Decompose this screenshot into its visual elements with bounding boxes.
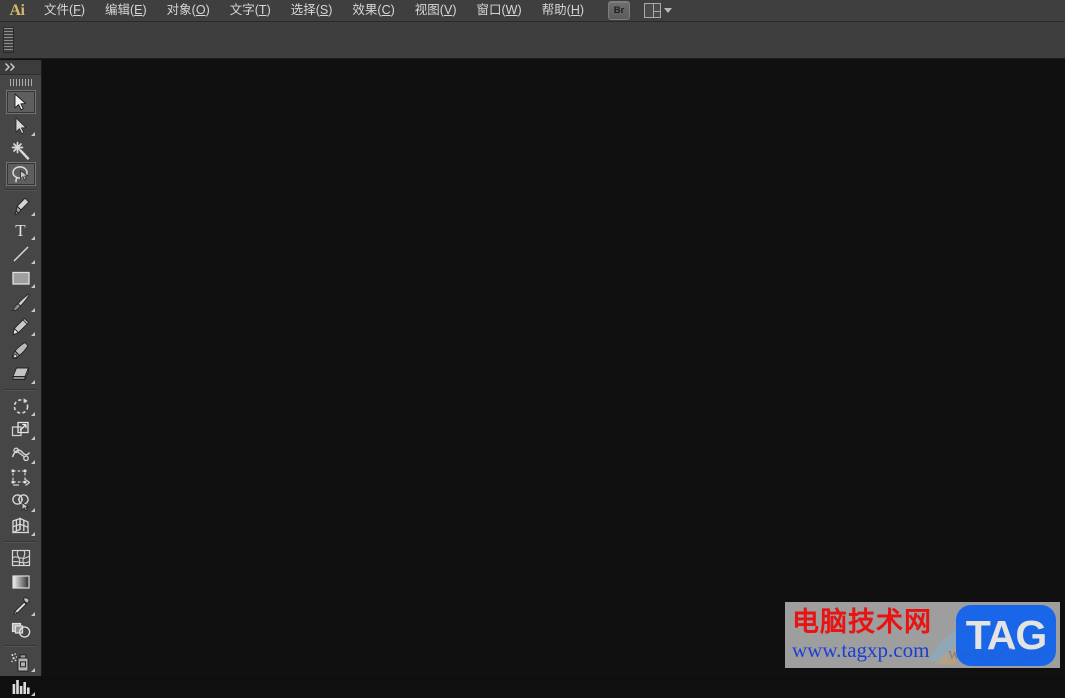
symbol-sprayer-icon [10,652,28,671]
toolbar-separator [4,189,37,191]
tool-list: T [0,89,41,698]
eyedropper-icon [13,596,30,615]
tool-flyout-indicator-icon [30,508,35,512]
toolbar-separator [4,389,37,391]
tool-blob-brush-tool[interactable] [6,338,36,362]
rectangle-icon [11,271,30,285]
pencil-icon [12,317,30,335]
tool-flyout-indicator-icon [30,612,35,616]
arrange-documents-button[interactable] [644,3,673,18]
type-T-icon: T [15,221,26,239]
tool-perspective-grid-tool[interactable] [6,514,36,538]
tool-mesh-tool[interactable] [6,546,36,570]
menu-item-help[interactable]: 帮助(H) [533,0,593,21]
watermark-site-url: www.tagxp.com [792,638,930,662]
tool-flyout-indicator-icon [30,412,35,416]
tool-blend-tool[interactable] [6,618,36,642]
tool-magic-wand-tool[interactable] [6,138,36,162]
paintbrush-icon [11,292,30,311]
tool-symbol-sprayer-tool[interactable] [6,650,36,674]
perspective-grid-icon [11,517,29,534]
tool-flyout-indicator-icon [30,260,35,264]
toolbar-separator [4,645,37,647]
tool-flyout-indicator-icon [30,436,35,440]
svg-text:T: T [15,221,26,239]
menu-item-select[interactable]: 选择(S) [282,0,342,21]
tool-line-segment-tool[interactable] [6,242,36,266]
blob-brush-icon [12,341,29,359]
tool-rectangle-tool[interactable] [6,266,36,290]
gradient-icon [11,575,30,589]
menu-item-type[interactable]: 文字(T) [221,0,280,21]
menu-bar: Ai 文件(F) 编辑(E) 对象(O) 文字(T) 选择(S) 效果(C) 视… [0,0,1065,22]
tool-shape-builder-tool[interactable] [6,490,36,514]
tool-eraser-tool[interactable] [6,362,36,386]
menu-item-view[interactable]: 视图(V) [406,0,466,21]
tool-pen-tool[interactable] [6,194,36,218]
tools-panel-grip-handle[interactable] [0,75,41,89]
tool-flyout-indicator-icon [30,212,35,216]
tool-flyout-indicator-icon [30,332,35,336]
tool-flyout-indicator-icon [30,380,35,384]
tool-direct-selection-tool[interactable] [6,114,36,138]
bar-graph-icon [12,679,30,694]
tool-selection-tool[interactable] [5,90,36,114]
tool-flyout-indicator-icon [30,532,35,536]
eraser-icon [11,367,29,380]
watermark-text-block: 电脑技术网 www.tagxp.com [785,607,956,663]
free-transform-icon [11,469,30,486]
shape-builder-icon [11,494,29,511]
tool-gradient-tool[interactable] [6,570,36,594]
tool-flyout-indicator-icon [30,308,35,312]
control-panel-grip-handle[interactable] [3,27,14,53]
tool-flyout-indicator-icon [30,284,35,288]
double-chevron-right-icon [5,63,15,71]
blend-icon [11,622,30,638]
tool-flyout-indicator-icon [30,132,35,136]
tool-width-tool[interactable] [6,442,36,466]
mesh-icon [11,549,30,567]
watermark-tag-badge: TAG [956,604,1056,666]
tool-flyout-indicator-icon [30,236,35,240]
watermark-tag-badge-label: TAG [965,611,1048,658]
tools-panel: T [0,60,42,696]
line-diagonal-icon [13,246,28,262]
tool-free-transform-tool[interactable] [6,466,36,490]
tools-panel-collapse-button[interactable] [0,60,41,75]
tool-pencil-tool[interactable] [6,314,36,338]
tool-flyout-indicator-icon [30,668,35,672]
tool-eyedropper-tool[interactable] [6,594,36,618]
arrange-documents-icon [644,3,662,18]
menu-item-edit[interactable]: 编辑(E) [96,0,156,21]
tool-flyout-indicator-icon [30,460,35,464]
tool-type-tool[interactable]: T [6,218,36,242]
tool-scale-tool[interactable] [6,418,36,442]
width-warp-icon [11,447,30,462]
menu-item-file[interactable]: 文件(F) [35,0,94,21]
illustrator-logo-icon: Ai [9,1,26,19]
tool-paintbrush-tool[interactable] [6,290,36,314]
chevron-down-icon [664,8,673,13]
menu-item-object[interactable]: 对象(O) [158,0,219,21]
pen-nib-icon [14,197,30,215]
tool-column-graph-tool[interactable] [6,674,36,698]
watermark-site-name: 电脑技术网 [792,607,932,638]
lasso-icon [11,166,28,183]
tool-rotate-tool[interactable] [6,394,36,418]
menu-item-window[interactable]: 窗口(W) [467,0,530,21]
rotate-icon [13,398,28,414]
tool-flyout-indicator-icon [30,692,35,696]
toolbar-separator [4,541,37,543]
menubar-right-controls: Br [608,1,673,20]
magic-wand-icon [11,141,30,160]
document-canvas-area[interactable] [42,60,1065,676]
arrow-direct-icon [15,117,26,134]
scale-icon [11,421,29,437]
go-to-bridge-button[interactable]: Br [608,1,631,20]
arrow-solid-icon [14,93,26,111]
site-watermark: 电脑技术网 www.tagxp.com TAG www.xz7.com [785,602,1060,668]
control-panel [0,22,1065,59]
menu-item-effect[interactable]: 效果(C) [343,0,403,21]
tool-lasso-tool[interactable] [5,162,36,186]
